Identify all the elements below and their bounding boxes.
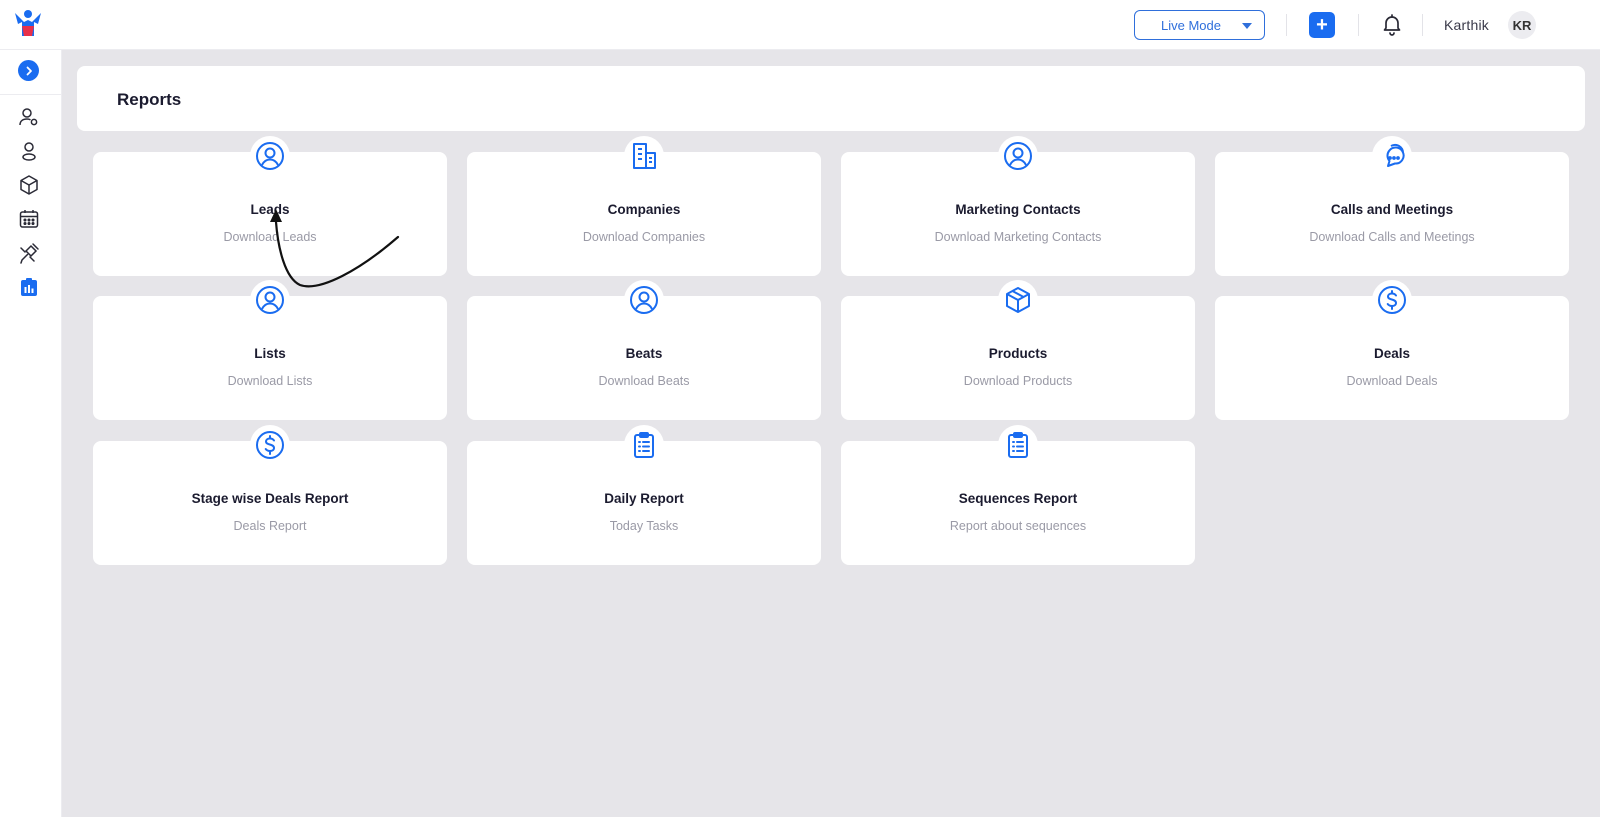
report-subtitle: Download Products bbox=[963, 374, 1073, 388]
report-subtitle: Download Marketing Contacts bbox=[934, 230, 1102, 244]
reports-header: Reports bbox=[77, 66, 1585, 131]
calendar-icon[interactable] bbox=[18, 208, 40, 230]
report-subtitle: Download Companies bbox=[582, 230, 706, 244]
bell-icon[interactable] bbox=[1380, 12, 1404, 36]
report-card-leads[interactable]: Leads Download Leads bbox=[93, 136, 447, 276]
report-subtitle: Download Leads bbox=[223, 230, 317, 244]
mode-select-label: Live Mode bbox=[1161, 17, 1221, 33]
user-circle-icon bbox=[624, 280, 664, 320]
chat-bubbles-icon bbox=[1372, 136, 1412, 176]
report-title: Beats bbox=[625, 346, 663, 361]
report-title: Sequences Report bbox=[958, 491, 1078, 506]
report-subtitle: Deals Report bbox=[233, 519, 307, 533]
divider bbox=[1358, 14, 1359, 36]
dollar-circle-icon bbox=[1372, 280, 1412, 320]
top-bar: Live Mode + Karthik KR bbox=[0, 0, 1600, 50]
report-card-daily-report[interactable]: Daily Report Today Tasks bbox=[467, 425, 821, 565]
clipboard-icon bbox=[624, 425, 664, 465]
cube-icon bbox=[998, 280, 1038, 320]
report-title: Companies bbox=[607, 202, 681, 217]
page-title: Reports bbox=[117, 90, 182, 109]
chevron-right-icon bbox=[26, 66, 32, 75]
report-card-sequences-report[interactable]: Sequences Report Report about sequences bbox=[841, 425, 1195, 565]
report-title: Leads bbox=[250, 202, 290, 217]
report-card-beats[interactable]: Beats Download Beats bbox=[467, 280, 821, 420]
cube-icon[interactable] bbox=[18, 174, 40, 196]
report-title: Lists bbox=[254, 346, 286, 361]
report-title: Calls and Meetings bbox=[1330, 202, 1454, 217]
sidebar bbox=[0, 50, 62, 817]
mode-select[interactable]: Live Mode bbox=[1134, 10, 1265, 40]
report-title: Daily Report bbox=[604, 491, 684, 506]
user-circle-icon bbox=[998, 136, 1038, 176]
report-card-lists[interactable]: Lists Download Lists bbox=[93, 280, 447, 420]
user-icon[interactable] bbox=[18, 140, 40, 162]
report-card-products[interactable]: Products Download Products bbox=[841, 280, 1195, 420]
report-subtitle: Today Tasks bbox=[609, 519, 679, 533]
sidebar-divider bbox=[0, 94, 62, 95]
user-circle-icon bbox=[250, 136, 290, 176]
report-title: Stage wise Deals Report bbox=[191, 491, 349, 506]
avatar[interactable]: KR bbox=[1508, 11, 1536, 39]
expand-sidebar-button[interactable] bbox=[18, 60, 39, 81]
report-subtitle: Download Deals bbox=[1346, 374, 1438, 388]
report-card-calls-and-meetings[interactable]: Calls and Meetings Download Calls and Me… bbox=[1215, 136, 1569, 276]
divider bbox=[1286, 14, 1287, 36]
report-title: Products bbox=[988, 346, 1048, 361]
report-card-deals[interactable]: Deals Download Deals bbox=[1215, 280, 1569, 420]
report-subtitle: Download Beats bbox=[598, 374, 690, 388]
building-icon bbox=[624, 136, 664, 176]
report-subtitle: Report about sequences bbox=[949, 519, 1087, 533]
dollar-circle-icon bbox=[250, 425, 290, 465]
chevron-down-icon bbox=[1242, 23, 1252, 29]
divider bbox=[1422, 14, 1423, 36]
report-card-companies[interactable]: Companies Download Companies bbox=[467, 136, 821, 276]
report-subtitle: Download Lists bbox=[227, 374, 313, 388]
report-title: Marketing Contacts bbox=[955, 202, 1081, 217]
user-circle-icon bbox=[250, 280, 290, 320]
user-name[interactable]: Karthik bbox=[1444, 17, 1489, 33]
user-settings-icon[interactable] bbox=[18, 106, 40, 128]
clipboard-icon bbox=[998, 425, 1038, 465]
report-card-marketing-contacts[interactable]: Marketing Contacts Download Marketing Co… bbox=[841, 136, 1195, 276]
report-title: Deals bbox=[1373, 346, 1411, 361]
reports-icon[interactable] bbox=[18, 276, 40, 298]
app-logo-icon[interactable] bbox=[12, 8, 44, 40]
report-card-stage-wise-deals[interactable]: Stage wise Deals Report Deals Report bbox=[93, 425, 447, 565]
add-button[interactable]: + bbox=[1309, 12, 1335, 38]
report-subtitle: Download Calls and Meetings bbox=[1309, 230, 1475, 244]
plug-icon[interactable] bbox=[18, 242, 40, 264]
